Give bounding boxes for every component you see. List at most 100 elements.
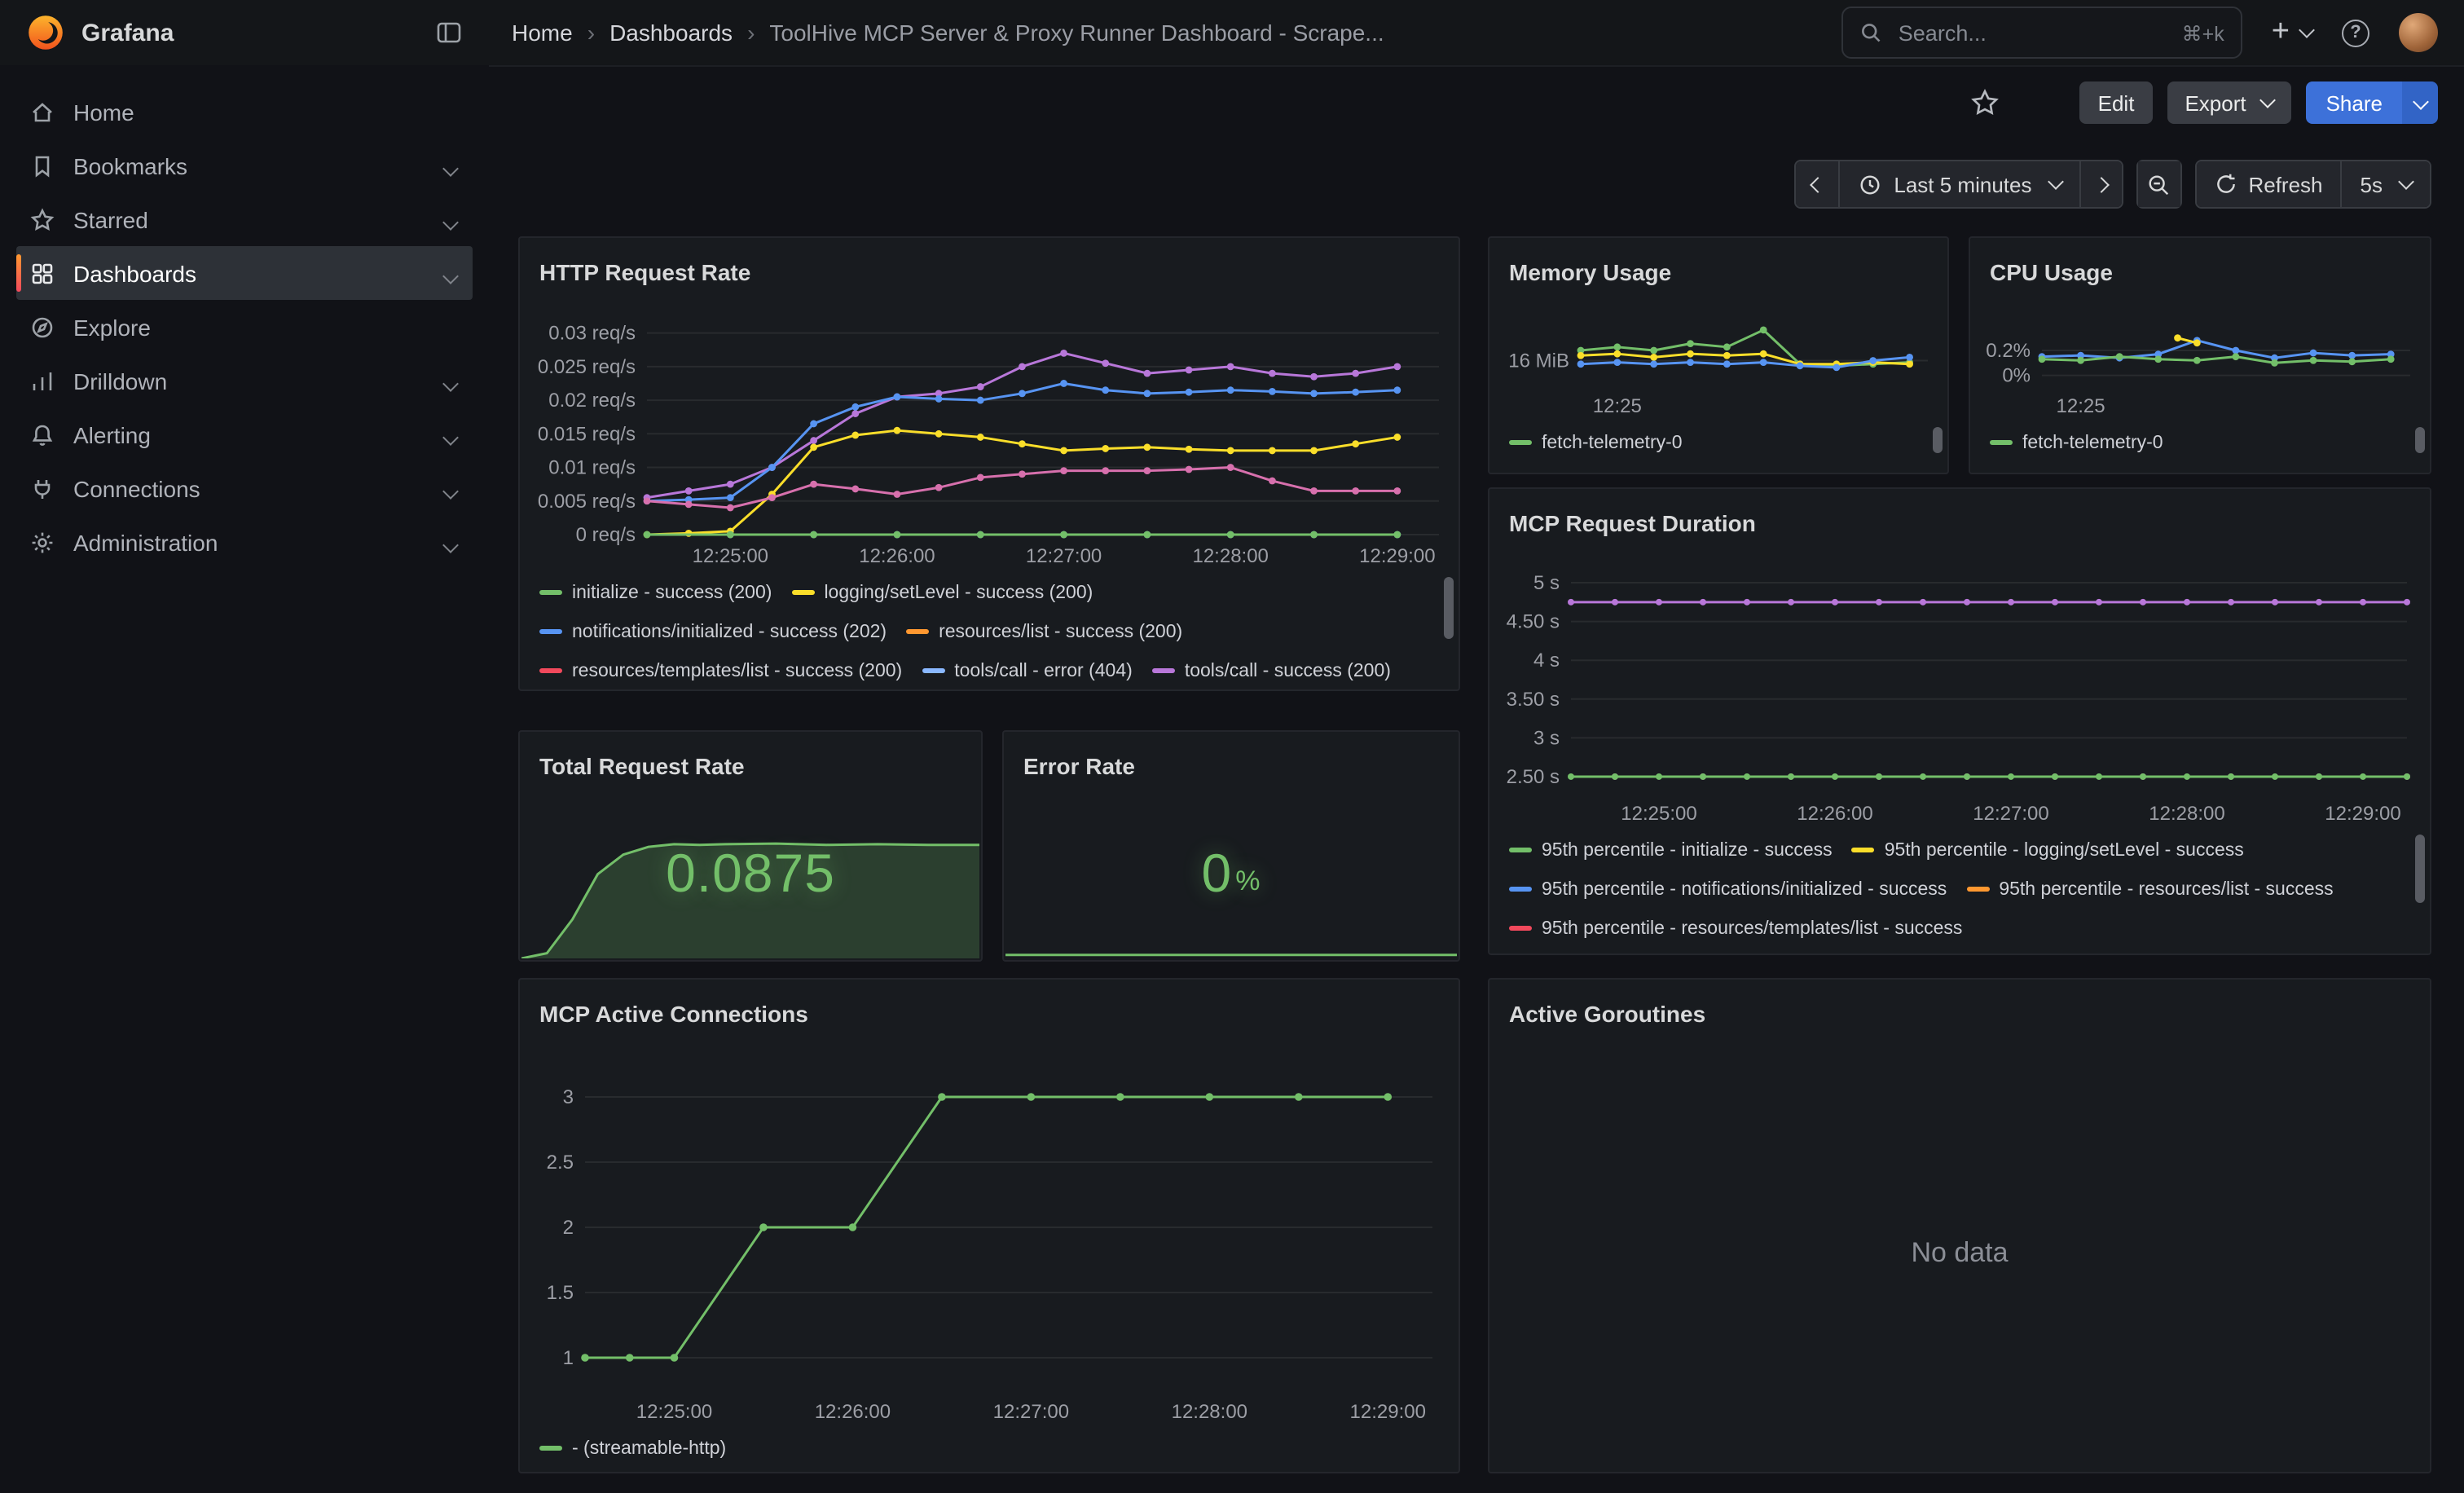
mcp-request-duration-chart[interactable]: 2.50 s3 s3.50 s4 s4.50 s5 s12:25:0012:26… (1489, 551, 2430, 828)
svg-text:0.015 req/s: 0.015 req/s (538, 423, 636, 445)
sidebar-item-home[interactable]: Home (16, 85, 473, 139)
share-button[interactable]: Share (2307, 81, 2438, 124)
legend-item[interactable]: logging/setLevel - success (200) (791, 577, 1093, 608)
legend-item[interactable]: 95th percentile - initialize - success (1509, 835, 1833, 865)
edit-button[interactable]: Edit (2080, 81, 2153, 124)
legend-item[interactable]: tools/list - success (200) (539, 694, 773, 698)
nav-right: ⌘+k (1841, 7, 2464, 59)
chevron-down-icon[interactable] (438, 421, 456, 447)
time-range-picker[interactable]: Last 5 minutes (1838, 161, 2079, 207)
legend-item[interactable]: tools/call - error (404) (922, 655, 1133, 686)
breadcrumb: Home Dashboards ToolHive MCP Server & Pr… (463, 20, 1841, 46)
grafana-logo-icon[interactable] (26, 13, 65, 52)
panel-title[interactable]: HTTP Request Rate (520, 238, 1459, 300)
chevron-down-icon[interactable] (438, 152, 456, 178)
refresh-button[interactable]: Refresh (2196, 161, 2340, 207)
favorite-star-icon[interactable] (1971, 88, 2000, 117)
legend: fetch-telemetry-0 (1970, 421, 2430, 481)
panel-title[interactable]: Active Goroutines (1489, 980, 2430, 1042)
legend-item[interactable]: 95th percentile - resources/templates/li… (1509, 913, 1962, 944)
legend-item[interactable]: unknown - success (200) (793, 694, 1034, 698)
legend-item[interactable]: tools/call - success (200) (1152, 655, 1391, 686)
sidebar-item-connections[interactable]: Connections (16, 461, 473, 515)
legend: - (streamable-http) (520, 1426, 1459, 1478)
legend-scrollbar[interactable] (2415, 835, 2425, 955)
time-back-button[interactable] (1796, 161, 1838, 207)
user-avatar[interactable] (2399, 13, 2438, 52)
svg-text:12:27:00: 12:27:00 (993, 1401, 1069, 1423)
legend-item[interactable]: 95th percentile - logging/setLevel - suc… (1852, 835, 2244, 865)
panel-title[interactable]: MCP Active Connections (520, 980, 1459, 1042)
breadcrumb-separator-icon (587, 20, 595, 46)
no-data-message: No data (1489, 1035, 2430, 1472)
svg-text:0.005 req/s: 0.005 req/s (538, 491, 636, 513)
legend-scrollbar[interactable] (1933, 427, 1943, 474)
svg-text:12:25: 12:25 (2057, 395, 2105, 417)
mcp-active-connections-chart[interactable]: 11.522.5312:25:0012:26:0012:27:0012:28:0… (520, 1042, 1459, 1426)
legend-item[interactable]: 95th percentile - notifications/initiali… (1509, 874, 1947, 905)
add-new-button[interactable] (2272, 19, 2312, 46)
plug-icon (29, 475, 55, 501)
sidebar: Home Bookmarks Starred Dashboards Explor… (0, 65, 489, 1493)
memory-usage-chart[interactable]: 16 MiB12:25 (1489, 300, 1947, 421)
help-icon[interactable] (2342, 19, 2369, 46)
svg-text:12:27:00: 12:27:00 (1973, 803, 2048, 825)
svg-text:4 s: 4 s (1533, 650, 1560, 672)
zoom-out-icon[interactable] (2137, 161, 2180, 207)
svg-text:3: 3 (563, 1086, 574, 1108)
sidebar-item-starred[interactable]: Starred (16, 192, 473, 246)
panel-http-request-rate: HTTP Request Rate 0 req/s0.005 req/s0.01… (518, 236, 1460, 691)
svg-text:12:26:00: 12:26:00 (859, 545, 935, 567)
stat-value: 0.0875 (521, 787, 979, 958)
sidebar-item-bookmarks[interactable]: Bookmarks (16, 139, 473, 192)
panel-title[interactable]: Memory Usage (1489, 238, 1947, 300)
panel-mcp-request-duration: MCP Request Duration 2.50 s3 s3.50 s4 s4… (1488, 487, 2431, 955)
search-text-field[interactable] (1895, 19, 2169, 46)
legend: fetch-telemetry-0 (1489, 421, 1947, 481)
legend-item[interactable]: resources/templates/list - success (200) (539, 655, 902, 686)
chevron-down-icon[interactable] (438, 206, 456, 232)
search-input[interactable]: ⌘+k (1841, 7, 2242, 59)
breadcrumb-home[interactable]: Home (512, 20, 573, 46)
sidebar-item-dashboards[interactable]: Dashboards (16, 246, 473, 300)
legend-item[interactable]: fetch-telemetry-0 (1990, 427, 2163, 458)
legend-scrollbar[interactable] (1444, 577, 1454, 691)
sidebar-item-alerting[interactable]: Alerting (16, 407, 473, 461)
legend-scrollbar[interactable] (2415, 427, 2425, 474)
svg-text:12:28:00: 12:28:00 (1192, 545, 1268, 567)
http-request-rate-chart[interactable]: 0 req/s0.005 req/s0.01 req/s0.015 req/s0… (520, 300, 1459, 570)
sidebar-item-explore[interactable]: Explore (16, 300, 473, 354)
chevron-down-icon[interactable] (438, 260, 456, 286)
svg-text:5 s: 5 s (1533, 572, 1560, 594)
legend-item[interactable]: 95th percentile - resources/list - succe… (1966, 874, 2333, 905)
breadcrumb-dashboards[interactable]: Dashboards (609, 20, 733, 46)
legend-item[interactable]: initialize - success (200) (539, 577, 772, 608)
panel-title[interactable]: Error Rate (1004, 732, 1459, 794)
chevron-down-icon[interactable] (438, 368, 456, 394)
svg-text:0.02 req/s: 0.02 req/s (548, 390, 636, 412)
svg-text:12:26:00: 12:26:00 (1797, 803, 1872, 825)
refresh-interval-picker[interactable]: 5s (2341, 161, 2430, 207)
sidebar-item-administration[interactable]: Administration (16, 515, 473, 569)
svg-text:12:26:00: 12:26:00 (815, 1401, 891, 1423)
time-controls: Last 5 minutes Refresh 5s (1794, 160, 2431, 209)
svg-text:3 s: 3 s (1533, 727, 1560, 749)
time-forward-button[interactable] (2079, 161, 2121, 207)
legend-item[interactable]: - (streamable-http) (539, 1433, 726, 1464)
legend-item[interactable]: fetch-telemetry-0 (1509, 427, 1683, 458)
legend-item[interactable]: notifications/initialized - success (202… (539, 616, 887, 647)
chevron-down-icon[interactable] (438, 529, 456, 555)
sidebar-item-drilldown[interactable]: Drilldown (16, 354, 473, 407)
panel-title[interactable]: Total Request Rate (520, 732, 981, 794)
svg-text:1: 1 (563, 1347, 574, 1369)
chevron-down-icon[interactable] (438, 475, 456, 501)
panel-title[interactable]: CPU Usage (1970, 238, 2430, 300)
svg-text:4.50 s: 4.50 s (1507, 611, 1560, 633)
svg-text:0.2%: 0.2% (1986, 340, 2031, 362)
panel-title[interactable]: MCP Request Duration (1489, 489, 2430, 551)
export-button[interactable]: Export (2167, 81, 2291, 124)
legend-item[interactable]: resources/list - success (200) (906, 616, 1182, 647)
share-dropdown-icon[interactable] (2402, 81, 2438, 124)
sidebar-toggle-icon[interactable] (435, 20, 463, 46)
cpu-usage-chart[interactable]: 0.2%0%12:25 (1970, 300, 2430, 421)
